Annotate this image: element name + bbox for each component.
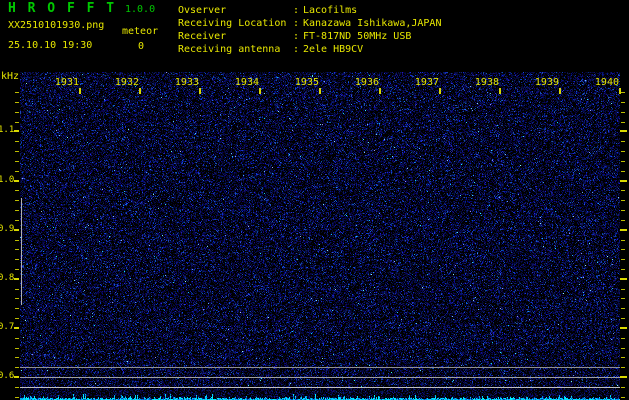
freq-minor-tick-right bbox=[621, 240, 625, 241]
freq-minor-tick-left bbox=[15, 112, 19, 113]
freq-minor-tick-right bbox=[621, 171, 625, 172]
left-edge-marker-line bbox=[21, 198, 22, 305]
freq-minor-tick-right bbox=[621, 210, 625, 211]
time-tick bbox=[259, 88, 261, 94]
spectrogram-canvas bbox=[20, 72, 620, 387]
freq-minor-tick-left bbox=[15, 357, 19, 358]
reference-line bbox=[20, 367, 620, 368]
freq-minor-tick-right bbox=[621, 161, 625, 162]
spectrogram-plot: kHz 1.1 1.0 0.9 0.8 0.7 0.6 1931 1932 1933 1934 19… bbox=[0, 0, 629, 400]
freq-minor-tick-right bbox=[621, 348, 625, 349]
freq-minor-tick-left bbox=[15, 397, 19, 398]
freq-major-tick-right bbox=[620, 229, 627, 231]
time-tick bbox=[559, 88, 561, 94]
freq-minor-tick-right bbox=[621, 141, 625, 142]
freq-minor-tick-left bbox=[15, 200, 19, 201]
freq-minor-tick-left bbox=[15, 348, 19, 349]
hrofft-window: H R O F F T 1.0.0 XX2510101930.png meteo… bbox=[0, 0, 629, 400]
khz-axis-unit: kHz bbox=[1, 71, 20, 82]
freq-tick-label: 1.0 bbox=[0, 175, 15, 185]
freq-minor-tick-left bbox=[15, 190, 19, 191]
signal-level-canvas bbox=[20, 387, 620, 400]
freq-minor-tick-right bbox=[621, 387, 625, 388]
freq-minor-tick-right bbox=[621, 338, 625, 339]
time-tick-label: 1938 bbox=[474, 77, 499, 88]
freq-minor-tick-left bbox=[15, 259, 19, 260]
freq-tick-label: 1.1 bbox=[0, 125, 15, 135]
time-tick-label: 1933 bbox=[174, 77, 199, 88]
freq-minor-tick-left bbox=[15, 210, 19, 211]
freq-major-tick-right bbox=[620, 327, 627, 329]
freq-tick-label: 0.8 bbox=[0, 273, 15, 283]
freq-minor-tick-right bbox=[621, 102, 625, 103]
freq-minor-tick-left bbox=[15, 240, 19, 241]
time-tick bbox=[139, 88, 141, 94]
freq-minor-tick-left bbox=[15, 387, 19, 388]
freq-minor-tick-left bbox=[15, 367, 19, 368]
time-tick bbox=[79, 88, 81, 94]
freq-major-tick-right bbox=[620, 376, 627, 378]
freq-major-tick-left bbox=[14, 278, 19, 280]
freq-major-tick-right bbox=[620, 130, 627, 132]
time-tick-label: 1934 bbox=[234, 77, 259, 88]
freq-minor-tick-right bbox=[621, 220, 625, 221]
freq-minor-tick-right bbox=[621, 122, 625, 123]
freq-minor-tick-right bbox=[621, 190, 625, 191]
time-tick-label: 1936 bbox=[354, 77, 379, 88]
freq-tick-label: 0.7 bbox=[0, 322, 15, 332]
time-tick-label: 1939 bbox=[534, 77, 559, 88]
freq-minor-tick-left bbox=[15, 102, 19, 103]
freq-minor-tick-left bbox=[15, 171, 19, 172]
time-tick bbox=[379, 88, 381, 94]
freq-minor-tick-right bbox=[621, 308, 625, 309]
time-tick-label: 1932 bbox=[114, 77, 139, 88]
freq-minor-tick-left bbox=[15, 220, 19, 221]
time-tick bbox=[499, 88, 501, 94]
freq-minor-tick-right bbox=[621, 357, 625, 358]
freq-minor-tick-right bbox=[621, 151, 625, 152]
time-tick-label: 1937 bbox=[414, 77, 439, 88]
time-tick-label: 1935 bbox=[294, 77, 319, 88]
reference-line bbox=[20, 387, 620, 388]
time-tick bbox=[199, 88, 201, 94]
freq-minor-tick-left bbox=[15, 338, 19, 339]
time-tick bbox=[619, 88, 621, 94]
freq-major-tick-right bbox=[620, 180, 627, 182]
freq-minor-tick-left bbox=[15, 298, 19, 299]
freq-minor-tick-right bbox=[621, 289, 625, 290]
freq-minor-tick-left bbox=[15, 151, 19, 152]
time-tick-label: 1940 bbox=[594, 77, 619, 88]
freq-minor-tick-left bbox=[15, 269, 19, 270]
freq-minor-tick-right bbox=[621, 269, 625, 270]
freq-minor-tick-left bbox=[15, 141, 19, 142]
freq-minor-tick-right bbox=[621, 298, 625, 299]
freq-tick-label: 0.9 bbox=[0, 224, 15, 234]
freq-major-tick-left bbox=[14, 327, 19, 329]
freq-minor-tick-right bbox=[621, 259, 625, 260]
freq-minor-tick-right bbox=[621, 92, 625, 93]
freq-major-tick-left bbox=[14, 180, 19, 182]
time-tick-label: 1931 bbox=[54, 77, 79, 88]
freq-tick-label: 0.6 bbox=[0, 371, 15, 381]
freq-minor-tick-right bbox=[621, 249, 625, 250]
freq-minor-tick-left bbox=[15, 249, 19, 250]
time-tick bbox=[439, 88, 441, 94]
reference-line bbox=[20, 377, 620, 378]
freq-minor-tick-left bbox=[15, 318, 19, 319]
freq-minor-tick-left bbox=[15, 161, 19, 162]
freq-minor-tick-left bbox=[15, 308, 19, 309]
freq-minor-tick-left bbox=[15, 122, 19, 123]
freq-major-tick-left bbox=[14, 376, 19, 378]
freq-major-tick-right bbox=[620, 278, 627, 280]
freq-minor-tick-right bbox=[621, 367, 625, 368]
freq-minor-tick-left bbox=[15, 92, 19, 93]
freq-minor-tick-right bbox=[621, 397, 625, 398]
freq-minor-tick-right bbox=[621, 112, 625, 113]
time-tick bbox=[319, 88, 321, 94]
freq-minor-tick-left bbox=[15, 289, 19, 290]
freq-minor-tick-right bbox=[621, 200, 625, 201]
freq-minor-tick-right bbox=[621, 318, 625, 319]
freq-major-tick-left bbox=[14, 130, 19, 132]
freq-major-tick-left bbox=[14, 229, 19, 231]
